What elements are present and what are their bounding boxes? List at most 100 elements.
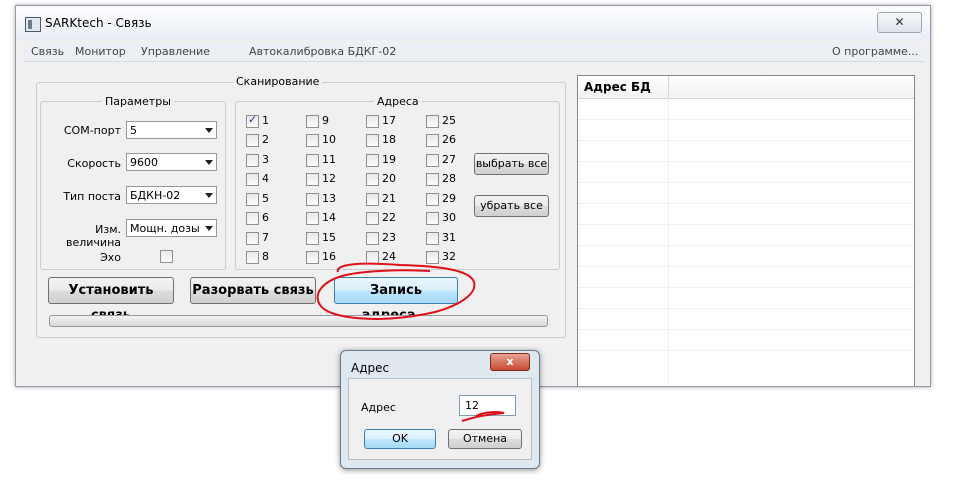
com-port-select[interactable]: 5: [126, 121, 217, 139]
address-checkbox-label: 7: [262, 231, 269, 244]
address-checkbox-label: 2: [262, 133, 269, 146]
address-checkbox-label: 9: [322, 114, 329, 127]
speed-select[interactable]: 9600: [126, 153, 217, 171]
speed-value: 9600: [130, 156, 158, 169]
echo-checkbox[interactable]: [160, 250, 173, 263]
chevron-down-icon: [205, 128, 213, 133]
dialog-close-button[interactable]: x: [490, 353, 530, 371]
address-checkbox[interactable]: [246, 134, 259, 147]
address-checkbox[interactable]: [366, 115, 379, 128]
row-grid-line: [578, 287, 914, 288]
address-checkbox[interactable]: [426, 115, 439, 128]
address-checkbox[interactable]: [426, 212, 439, 225]
address-checkbox[interactable]: [366, 232, 379, 245]
address-checkbox[interactable]: [246, 113, 259, 128]
measure-value: Мощн. дозы: [130, 222, 200, 235]
main-window: SARKtech - Связь ✕ Связь Монитор Управле…: [15, 5, 931, 387]
row-grid-line: [578, 224, 914, 225]
chevron-down-icon: [205, 193, 213, 198]
connect-button[interactable]: Установить связь: [48, 277, 174, 323]
address-checkbox-label: 31: [442, 231, 456, 244]
menu-autocalibration[interactable]: Автокалибровка БДКГ-02: [249, 45, 396, 58]
address-checkbox-label: 13: [322, 192, 336, 205]
dialog-address-label: Адрес: [361, 401, 396, 414]
address-checkbox[interactable]: [366, 193, 379, 206]
address-checkbox-label: 6: [262, 211, 269, 224]
chevron-down-icon: [205, 226, 213, 231]
row-grid-line: [578, 308, 914, 309]
address-checkbox-label: 5: [262, 192, 269, 205]
post-type-label: Тип поста: [63, 190, 121, 203]
address-checkbox[interactable]: [246, 173, 259, 186]
dialog-address-input[interactable]: 12: [459, 395, 516, 416]
close-button[interactable]: ✕: [877, 12, 922, 33]
address-checkbox[interactable]: [426, 251, 439, 264]
address-checkbox-label: 28: [442, 172, 456, 185]
menu-about[interactable]: О программе...: [832, 45, 918, 58]
dialog-cancel-button[interactable]: Отмена: [448, 429, 522, 449]
address-checkbox-label: 14: [322, 211, 336, 224]
address-checkbox[interactable]: [426, 173, 439, 186]
address-checkbox[interactable]: [246, 232, 259, 245]
addresses-group: [235, 101, 560, 270]
row-grid-line: [578, 329, 914, 330]
address-checkbox-label: 25: [442, 114, 456, 127]
deselect-all-button[interactable]: убрать все: [474, 195, 549, 217]
scan-group-title: Сканирование: [233, 75, 323, 88]
address-checkbox[interactable]: [306, 251, 319, 264]
address-checkbox[interactable]: [306, 115, 319, 128]
column-divider: [668, 76, 669, 98]
address-checkbox-label: 22: [382, 211, 396, 224]
address-checkbox[interactable]: [366, 173, 379, 186]
com-port-label: COM-порт: [63, 124, 121, 137]
post-type-select[interactable]: БДКН-02: [126, 186, 217, 204]
address-checkbox[interactable]: [306, 134, 319, 147]
disconnect-button[interactable]: Разорвать связь: [190, 277, 316, 304]
address-checkbox[interactable]: [426, 232, 439, 245]
menu-svyaz[interactable]: Связь: [31, 45, 64, 58]
address-checkbox[interactable]: [366, 154, 379, 167]
address-checkbox-label: 19: [382, 153, 396, 166]
row-grid-line: [578, 140, 914, 141]
address-checkbox-label: 23: [382, 231, 396, 244]
address-checkbox-label: 21: [382, 192, 396, 205]
address-checkbox[interactable]: [306, 193, 319, 206]
row-grid-line: [578, 266, 914, 267]
com-port-value: 5: [130, 124, 137, 137]
address-checkbox[interactable]: [366, 134, 379, 147]
write-address-button[interactable]: Запись адреса...: [334, 277, 458, 323]
address-checkbox[interactable]: [306, 232, 319, 245]
row-grid-line: [578, 350, 914, 351]
title-bar[interactable]: SARKtech - Связь ✕: [16, 6, 930, 40]
address-checkbox[interactable]: [306, 173, 319, 186]
address-checkbox[interactable]: [426, 134, 439, 147]
address-checkbox[interactable]: [246, 193, 259, 206]
address-checkbox[interactable]: [306, 154, 319, 167]
select-all-button[interactable]: выбрать все: [474, 153, 549, 175]
address-checkbox[interactable]: [246, 251, 259, 264]
measure-select[interactable]: Мощн. дозы: [126, 219, 217, 237]
address-checkbox[interactable]: [366, 251, 379, 264]
address-checkbox[interactable]: [366, 212, 379, 225]
menu-monitor[interactable]: Монитор: [75, 45, 126, 58]
addresses-group-title: Адреса: [374, 95, 422, 108]
address-db-table[interactable]: Адрес БД: [577, 75, 915, 386]
address-checkbox-label: 29: [442, 192, 456, 205]
address-checkbox-label: 4: [262, 172, 269, 185]
row-grid-line: [578, 119, 914, 120]
address-checkbox[interactable]: [246, 212, 259, 225]
address-checkbox-label: 12: [322, 172, 336, 185]
address-checkbox[interactable]: [426, 154, 439, 167]
address-checkbox-label: 17: [382, 114, 396, 127]
address-dialog: Адрес x Адрес 12 OK Отмена: [340, 350, 540, 469]
app-icon: [25, 17, 41, 32]
address-checkbox[interactable]: [426, 193, 439, 206]
address-checkbox[interactable]: [306, 212, 319, 225]
menu-bar: Связь Монитор Управление Автокалибровка …: [23, 43, 924, 62]
column-header-address-db: Адрес БД: [584, 80, 651, 94]
menu-upravlenie[interactable]: Управление: [141, 45, 210, 58]
column-grid-line: [668, 98, 669, 386]
address-checkbox[interactable]: [246, 154, 259, 167]
row-grid-line: [578, 161, 914, 162]
dialog-ok-button[interactable]: OK: [364, 429, 436, 449]
